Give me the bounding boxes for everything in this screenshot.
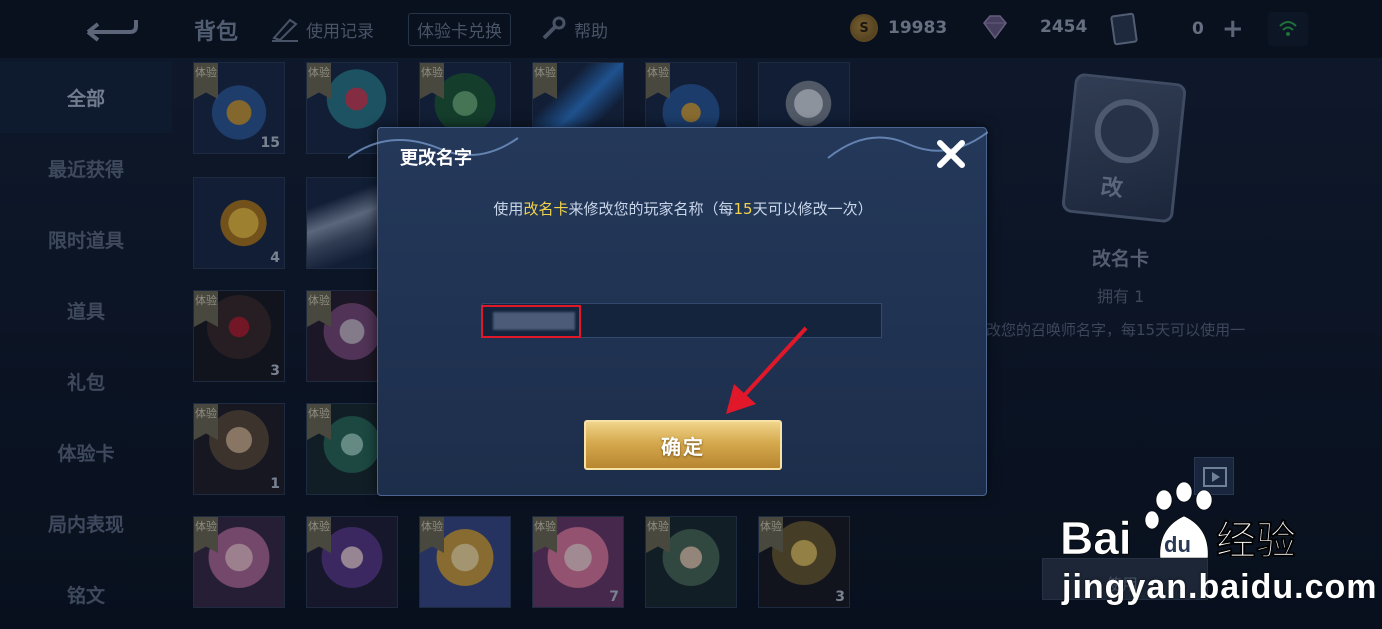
close-icon [937,140,965,168]
svg-text:Bai: Bai [1060,512,1132,564]
desc-item-highlight: 改名卡 [523,200,569,218]
desc-suffix: 天可以修改一次） [752,200,873,218]
desc-days-highlight: 15 [733,200,753,218]
svg-text:经验: 经验 [1216,518,1296,564]
watermark-url: jingyan.baidu.com [1062,568,1378,606]
dialog-description: 使用改名卡来修改您的玩家名称（每15天可以修改一次） [378,198,988,219]
confirm-label: 确定 [661,434,705,459]
close-button[interactable] [931,134,971,174]
baidu-watermark-logo: Bai du 经验 [1060,481,1296,564]
svg-text:du: du [1164,532,1191,557]
highlight-box [481,305,581,338]
game-backpack-screen: 背包 使用记录 体验卡兑换 帮助 S 19983 2454 0 + 全部 最近获… [0,0,1382,629]
rename-dialog: 更改名字 使用改名卡来修改您的玩家名称（每15天可以修改一次） 确定 [348,127,988,496]
dialog-title: 更改名字 [400,148,472,169]
desc-prefix: 使用 [493,200,524,218]
confirm-button[interactable]: 确定 [584,420,782,470]
desc-middle: 来修改您的玩家名称（每 [568,200,734,218]
